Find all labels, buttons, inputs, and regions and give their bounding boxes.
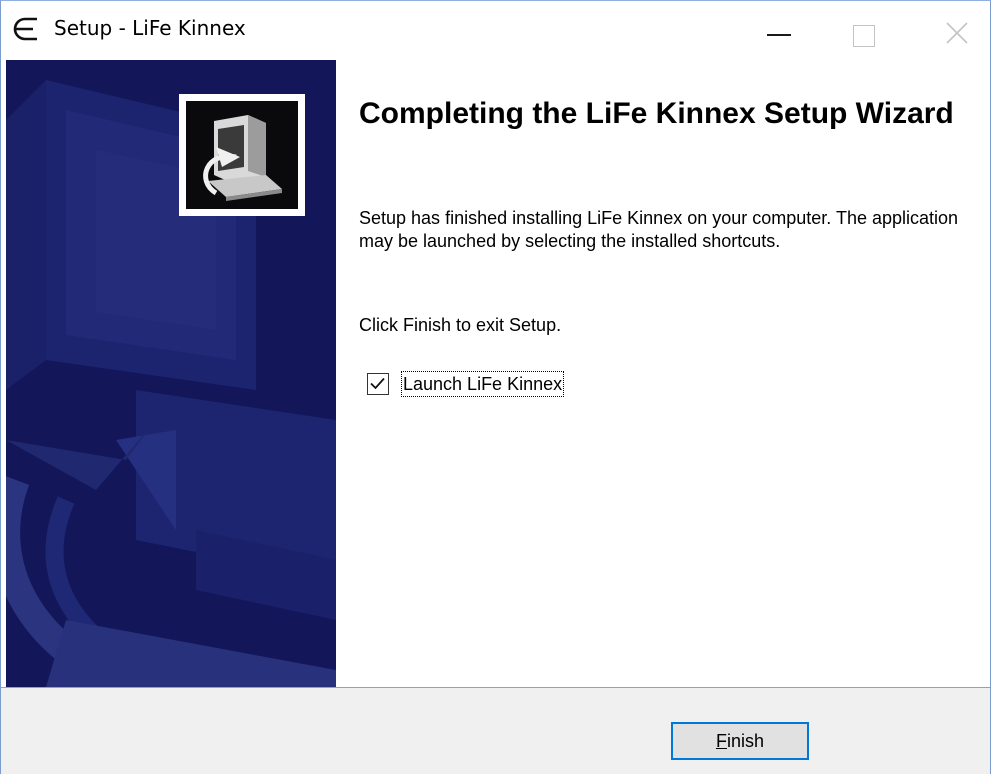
epsilon-app-icon [13, 17, 37, 41]
minimize-button[interactable] [747, 7, 809, 53]
button-bar: Finish [1, 687, 990, 774]
launch-checkbox[interactable] [367, 373, 389, 395]
minimize-icon [767, 34, 791, 36]
finish-accelerator: F [715, 731, 727, 751]
title-bar[interactable]: Setup - LiFe Kinnex [1, 1, 990, 58]
setup-logo [179, 94, 305, 216]
maximize-button[interactable] [839, 7, 901, 53]
logo-background [186, 101, 298, 209]
close-button[interactable] [927, 7, 989, 53]
maximize-icon [853, 25, 875, 47]
exit-instruction: Click Finish to exit Setup. [359, 315, 562, 335]
page-title: Completing the LiFe Kinnex Setup Wizard [359, 97, 954, 130]
checkmark-icon [370, 377, 385, 390]
wizard-banner [6, 60, 336, 687]
computer-install-icon [203, 115, 282, 201]
finish-button[interactable]: Finish [671, 722, 809, 760]
close-icon [946, 22, 968, 44]
window-title: Setup - LiFe Kinnex [54, 16, 246, 40]
setup-window: Setup - LiFe Kinnex Completing the LiFe … [0, 0, 991, 774]
launch-checkbox-label[interactable]: Launch LiFe Kinnex [401, 371, 565, 397]
finish-description: Setup has finished installing LiFe Kinne… [359, 208, 959, 251]
finish-label: inish [726, 731, 765, 751]
